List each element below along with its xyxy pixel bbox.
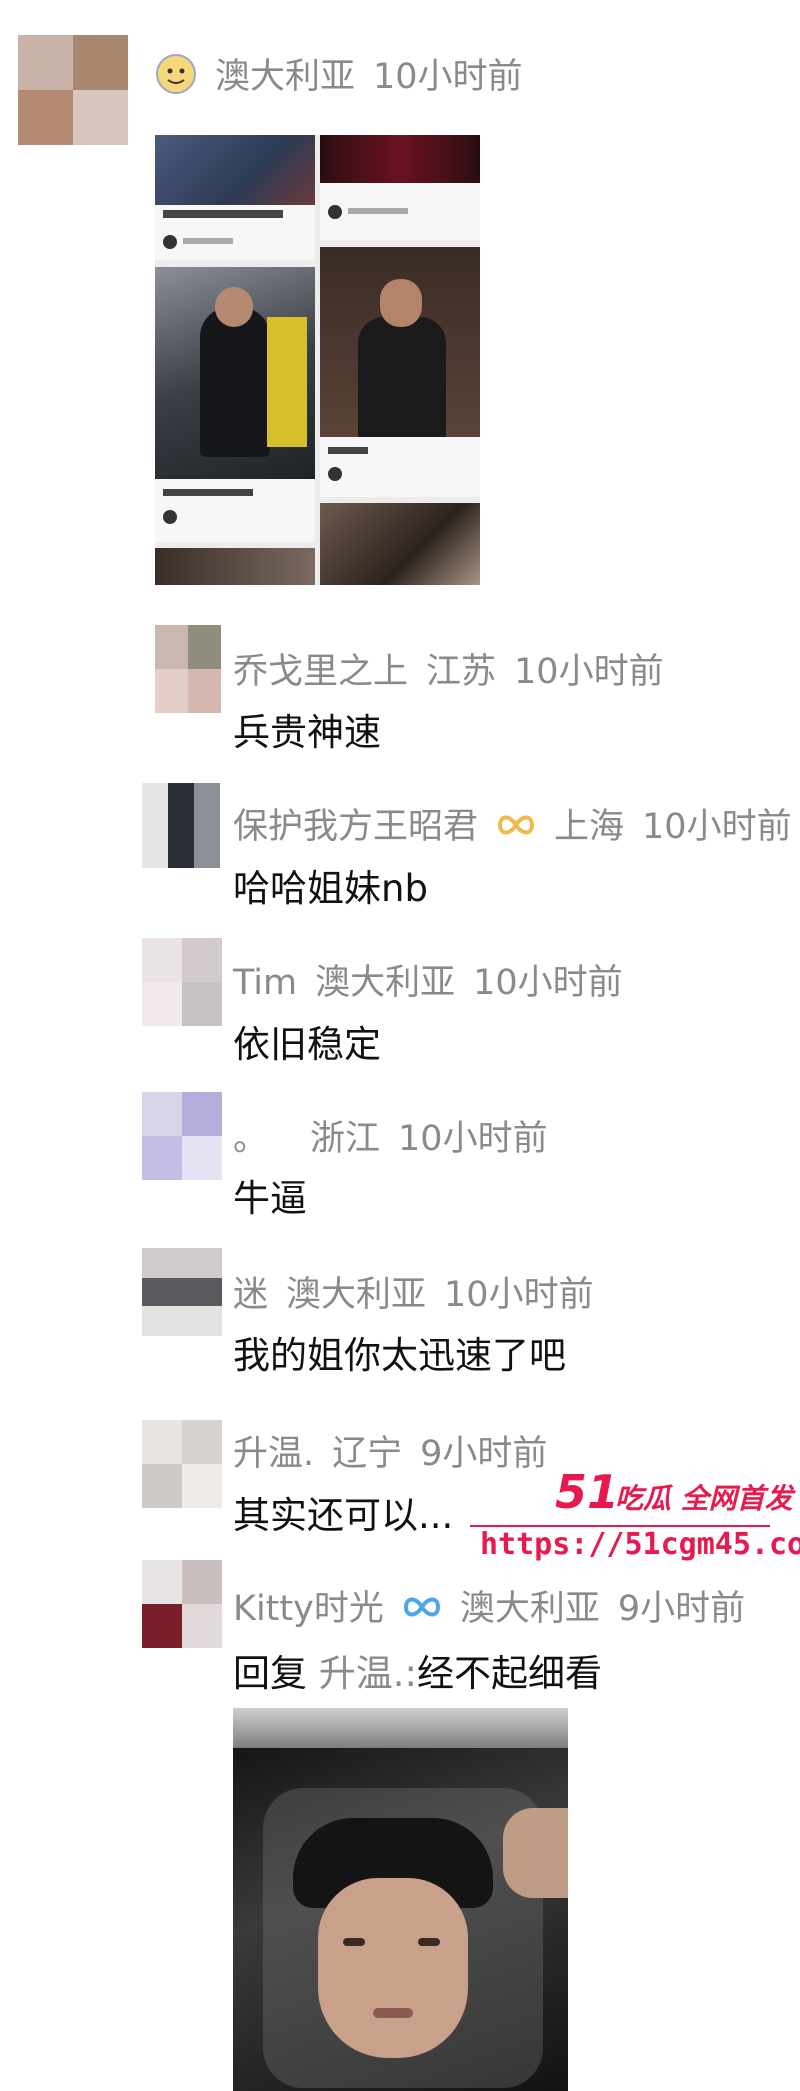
comment-location: 上海 <box>554 807 625 847</box>
post-location: 澳大利亚 <box>215 57 356 97</box>
comment-time: 10小时前 <box>473 963 623 1003</box>
comment-username[interactable]: Tim <box>233 963 297 1003</box>
post-time: 10小时前 <box>373 57 523 97</box>
post-image-grid[interactable] <box>155 135 480 585</box>
grid-thumb-6[interactable] <box>320 503 480 585</box>
reply-prefix: 回复 <box>233 1652 307 1695</box>
reply-text: 经不起细看 <box>417 1652 602 1695</box>
grid-thumb-2[interactable] <box>320 135 480 240</box>
comment-text: 哈哈姐妹nb <box>233 867 428 910</box>
emoji-face-icon <box>155 53 197 104</box>
comment-meta: 乔戈里之上 江苏 10小时前 <box>233 643 682 694</box>
comment-username[interactable]: 乔戈里之上 <box>233 652 408 692</box>
comment-text: 回复 升温.:经不起细看 <box>233 1643 602 1697</box>
comment-meta: 迷澳大利亚 10小时前 <box>233 1266 612 1317</box>
comment-avatar[interactable] <box>155 625 221 713</box>
comment-location: 澳大利亚 <box>286 1275 427 1315</box>
comment-location: 浙江 <box>310 1119 381 1159</box>
comment-avatar[interactable] <box>142 1092 222 1180</box>
comment-time: 10小时前 <box>444 1275 594 1315</box>
grid-thumb-5[interactable] <box>155 548 315 585</box>
comment-meta: Kitty时光 澳大利亚 9小时前 <box>233 1580 763 1631</box>
comment-avatar[interactable] <box>142 1560 222 1648</box>
comment-meta: Tim 澳大利亚 10小时前 <box>233 954 641 1005</box>
comment-image[interactable] <box>233 1708 568 2091</box>
comment-username[interactable]: 升温. <box>233 1434 314 1474</box>
watermark: 51 吃瓜 全网首发 https://51cgm45.com <box>470 1465 800 1575</box>
comment-text: 牛逼 <box>233 1177 307 1220</box>
comment-avatar[interactable] <box>142 1248 222 1336</box>
comment-username[interactable]: Kitty时光 <box>233 1589 384 1629</box>
comment-avatar[interactable] <box>142 1420 222 1508</box>
comment-time: 10小时前 <box>514 652 664 692</box>
comment-location: 澳大利亚 <box>459 1589 600 1629</box>
post-meta: 澳大利亚 10小时前 <box>155 48 541 104</box>
comment-text: 兵贵神速 <box>233 711 381 754</box>
grid-thumb-4[interactable] <box>320 247 480 497</box>
comment-time: 10小时前 <box>642 807 792 847</box>
grid-thumb-3[interactable] <box>155 267 315 542</box>
comment-time: 10小时前 <box>398 1119 548 1159</box>
comment-location: 江苏 <box>426 652 497 692</box>
gold-infinity-badge-icon <box>496 808 536 848</box>
comment-username[interactable]: 迷 <box>233 1275 268 1315</box>
comment-location: 澳大利亚 <box>315 963 456 1003</box>
comment-username[interactable]: 保护我方王昭君 <box>233 807 478 847</box>
comment-text: 依旧稳定 <box>233 1023 381 1066</box>
comment-meta: 保护我方王昭君 上海 10小时前 <box>233 798 800 849</box>
comment-text: 我的姐你太迅速了吧 <box>233 1334 566 1377</box>
grid-thumb-1[interactable] <box>155 135 315 260</box>
comment-username[interactable]: 。 <box>233 1119 268 1159</box>
comment-text: 其实还可以... <box>233 1494 454 1537</box>
comment-avatar[interactable] <box>142 783 220 868</box>
comment-location: 辽宁 <box>332 1434 403 1474</box>
blue-infinity-badge-icon <box>402 1590 442 1630</box>
post-author-avatar[interactable] <box>18 35 128 145</box>
comment-meta: 。 浙江 10小时前 <box>233 1110 566 1161</box>
reply-to-user[interactable]: 升温.: <box>319 1652 417 1695</box>
comment-avatar[interactable] <box>142 938 222 1026</box>
watermark-url: https://51cgm45.com <box>480 1527 800 1562</box>
comment-time: 9小时前 <box>617 1589 746 1629</box>
watermark-brand-num: 51 <box>555 1465 620 1519</box>
watermark-brand-text: 吃瓜 全网首发 <box>615 1482 793 1515</box>
